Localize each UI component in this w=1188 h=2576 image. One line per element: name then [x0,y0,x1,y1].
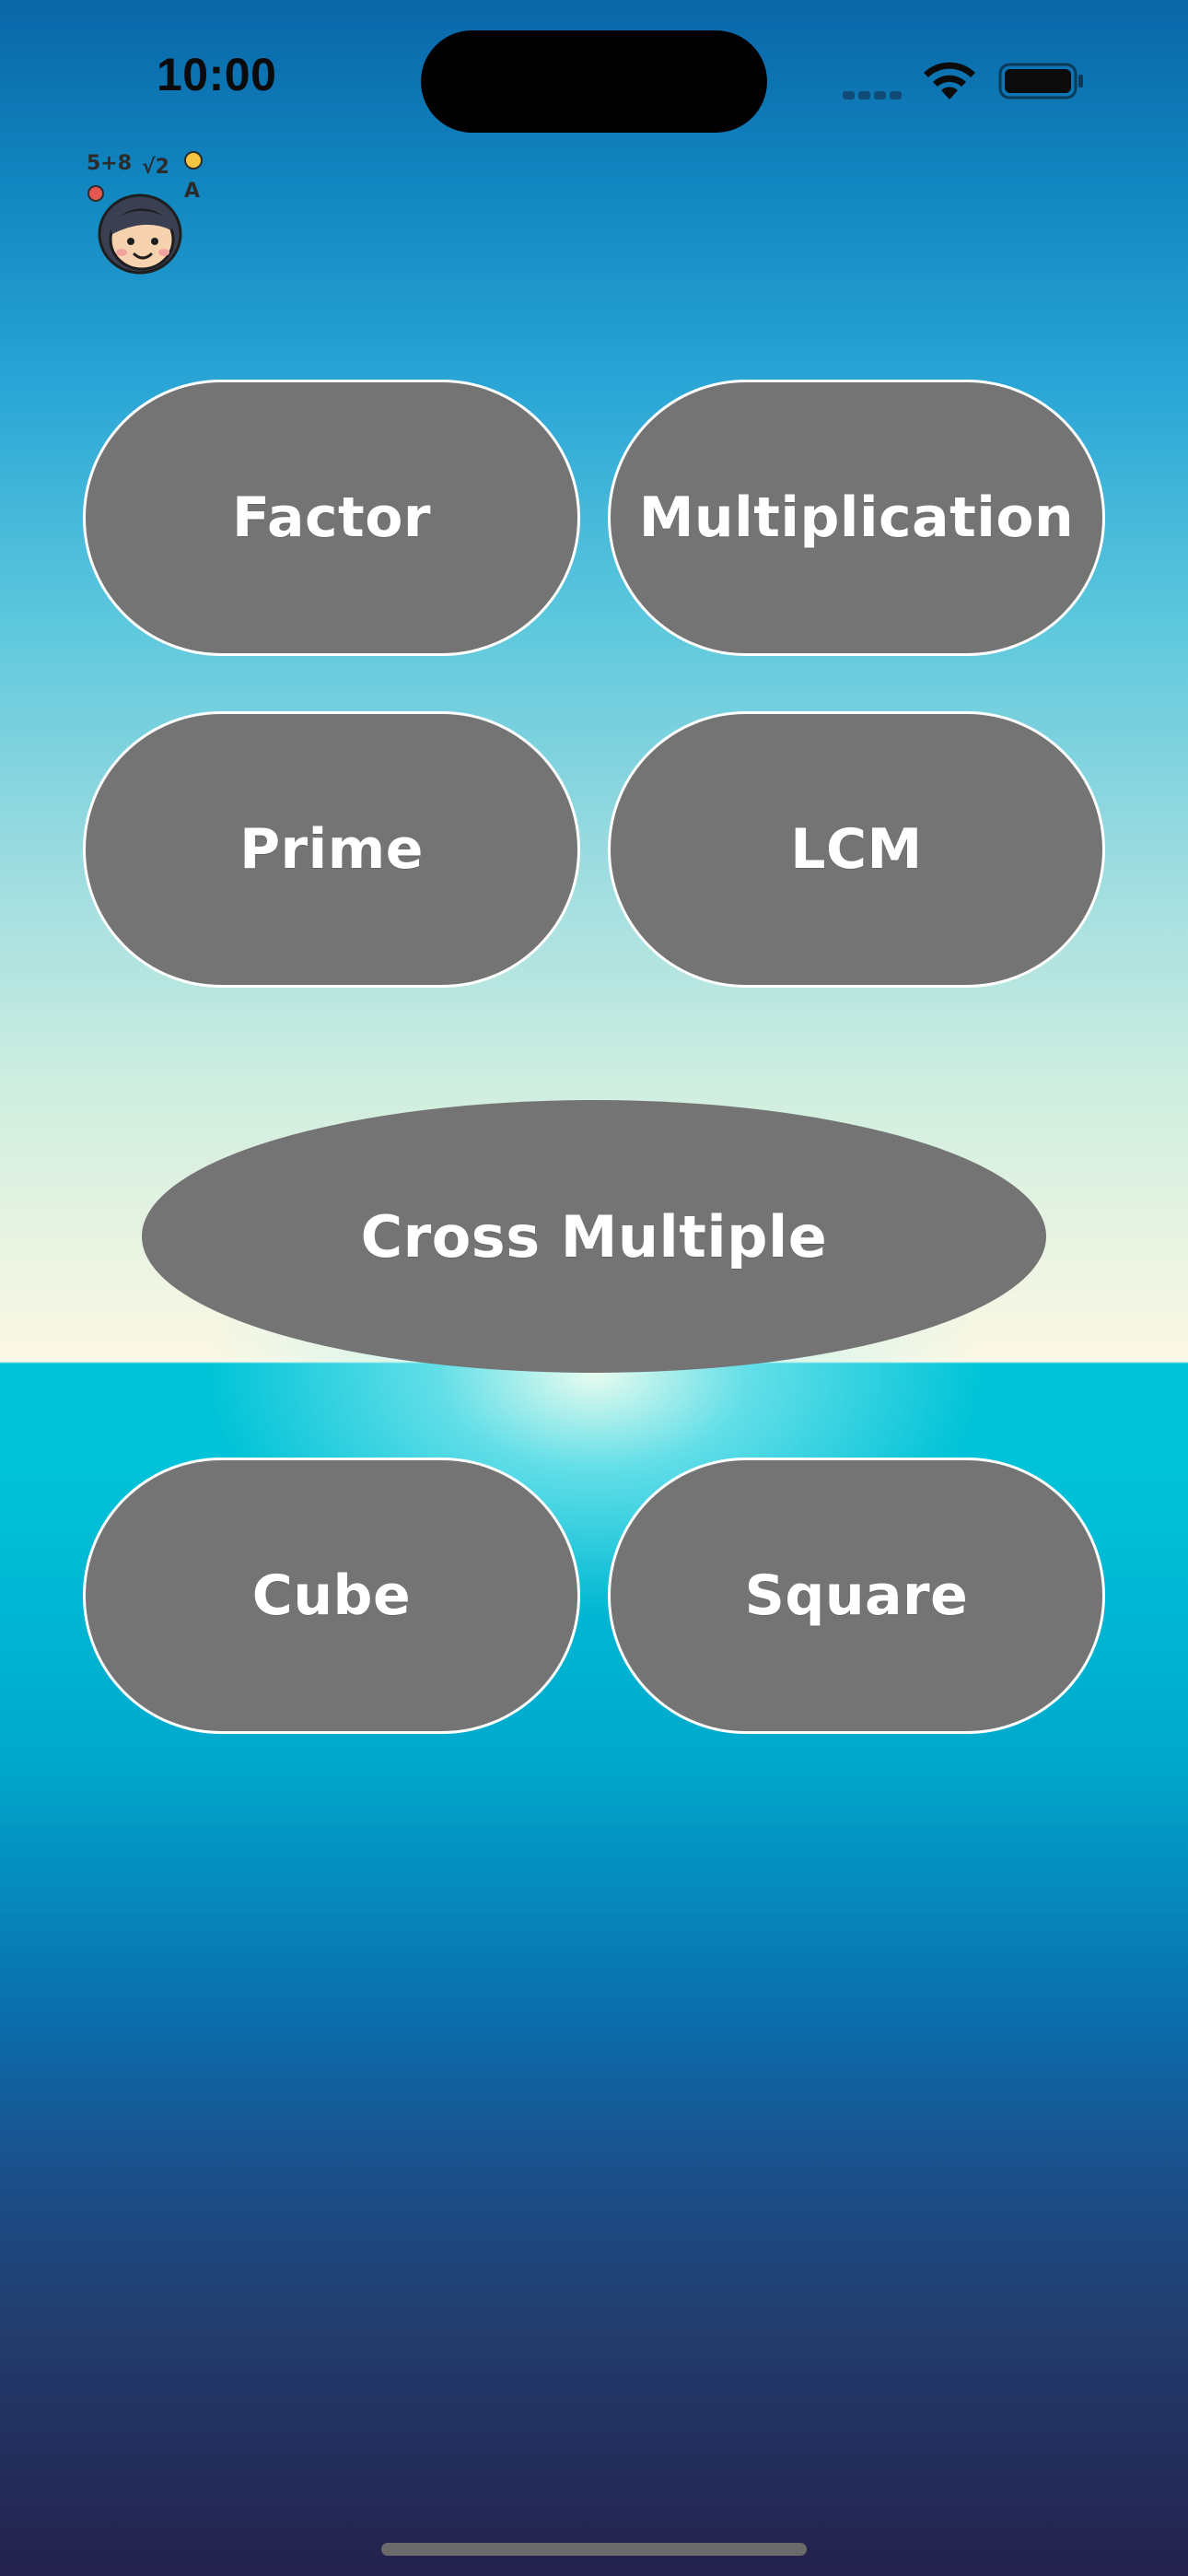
math-kid-avatar-icon[interactable]: 5+8 √2 A [81,146,210,275]
prime-button-label: Prime [239,817,424,882]
avatar-symbol-root: √2 [142,156,169,179]
factor-button-label: Factor [231,486,432,550]
prime-button[interactable]: Prime [83,711,580,988]
square-button-label: Square [744,1563,969,1628]
home-indicator[interactable] [381,2543,807,2556]
battery-icon [998,63,1083,100]
avatar-symbol-equation: 5+8 [87,152,132,175]
dynamic-island [421,30,767,133]
app-screen: 10:00 5+8 √2 A Factor Multiplication Pri… [0,0,1188,2576]
cross-multiple-button-label: Cross Multiple [360,1202,828,1270]
multiplication-button-label: Multiplication [638,486,1075,550]
square-button[interactable]: Square [608,1458,1105,1734]
lcm-button[interactable]: LCM [608,711,1105,988]
multiplication-button[interactable]: Multiplication [608,380,1105,656]
status-time: 10:00 [157,49,277,100]
factor-button[interactable]: Factor [83,380,580,656]
status-bar: 10:00 [0,0,1188,147]
cube-button[interactable]: Cube [83,1458,580,1734]
cross-multiple-button[interactable]: Cross Multiple [142,1100,1046,1373]
wifi-icon [924,62,975,100]
cellular-icon [843,86,907,100]
cube-button-label: Cube [251,1563,412,1628]
avatar-symbol-letter: A [184,180,200,203]
lcm-button-label: LCM [790,817,923,882]
